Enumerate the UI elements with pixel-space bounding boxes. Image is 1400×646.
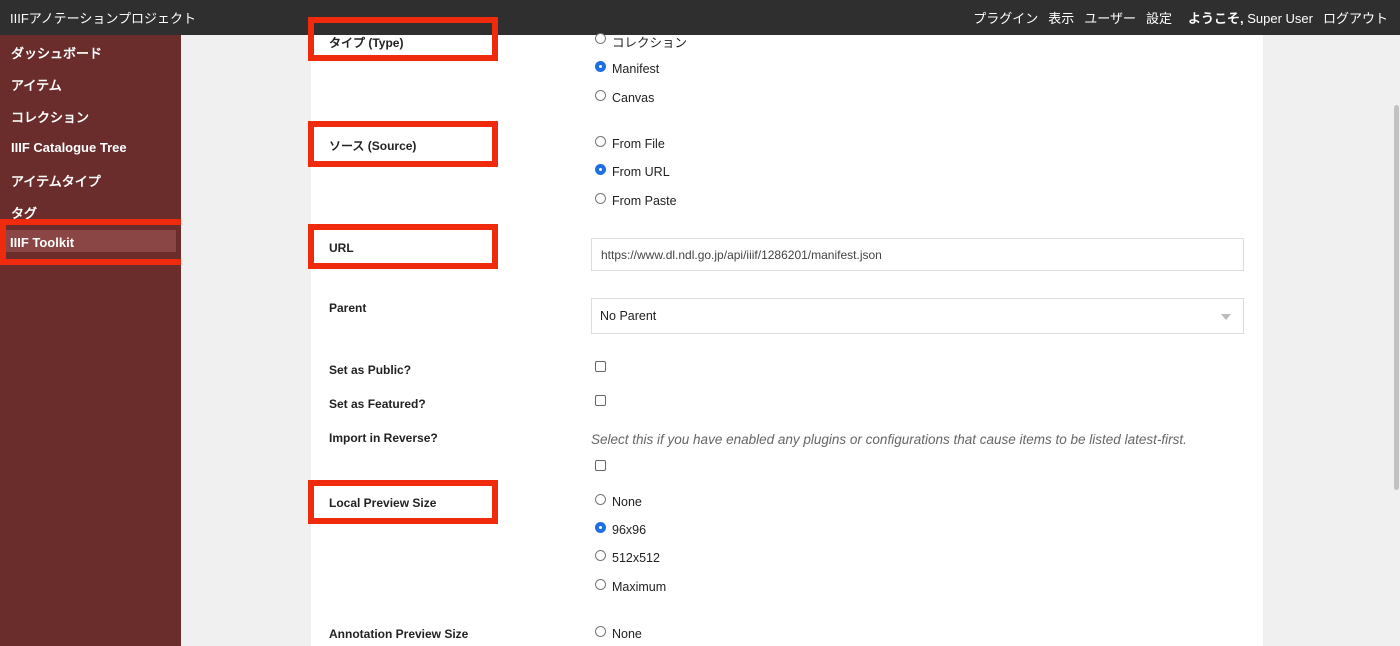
- local-preview-option-label: Maximum: [612, 580, 667, 594]
- sidebar-highlight-box: [0, 219, 188, 265]
- featured-checkbox[interactable]: [595, 395, 606, 406]
- sidebar-item-collections[interactable]: コレクション: [11, 107, 89, 126]
- local-preview-option-none[interactable]: None: [595, 493, 642, 509]
- source-option-label: From URL: [612, 165, 670, 179]
- annotation-preview-option-label: None: [612, 627, 642, 641]
- nav-plugins[interactable]: プラグイン: [973, 8, 1038, 27]
- left-gutter: [181, 35, 311, 646]
- scrollbar[interactable]: [1394, 105, 1399, 490]
- source-option-from-url[interactable]: From URL: [595, 163, 670, 179]
- radio-icon: [595, 192, 606, 204]
- source-option-label: From File: [612, 137, 665, 151]
- nav-settings[interactable]: 設定: [1146, 8, 1172, 27]
- featured-label: Set as Featured?: [329, 397, 426, 411]
- url-input[interactable]: https://www.dl.ndl.go.jp/api/iiif/128620…: [591, 238, 1244, 271]
- radio-checked-icon: [595, 163, 606, 175]
- radio-icon: [595, 625, 606, 637]
- local-preview-option-label: 96x96: [612, 523, 647, 537]
- radio-icon: [595, 89, 606, 101]
- type-option-label: コレクション: [612, 36, 688, 50]
- type-option-label: Canvas: [612, 91, 655, 105]
- type-option-canvas[interactable]: Canvas: [595, 89, 655, 105]
- chevron-down-icon: [1221, 314, 1231, 320]
- site-title[interactable]: IIIFアノテーションプロジェクト: [10, 8, 196, 27]
- local-preview-option-512x512[interactable]: 512x512: [595, 549, 660, 565]
- public-checkbox[interactable]: [595, 361, 606, 372]
- radio-icon: [595, 33, 606, 44]
- reverse-hint: Select this if you have enabled any plug…: [591, 432, 1187, 447]
- source-option-label: From Paste: [612, 194, 677, 208]
- user-name-link[interactable]: Super User: [1247, 11, 1313, 26]
- public-label: Set as Public?: [329, 363, 412, 377]
- sidebar-item-iiif-catalogue-tree[interactable]: IIIF Catalogue Tree: [11, 140, 127, 155]
- source-highlight-box: [308, 121, 498, 167]
- parent-select[interactable]: No Parent: [591, 298, 1244, 334]
- welcome-label: ようこそ,: [1187, 11, 1244, 26]
- logout-link[interactable]: ログアウト: [1323, 8, 1388, 27]
- nav-users[interactable]: ユーザー: [1084, 8, 1136, 27]
- local-preview-option-label: None: [612, 495, 642, 509]
- type-option-label: Manifest: [612, 62, 660, 76]
- radio-icon: [595, 135, 606, 147]
- sidebar-item-items[interactable]: アイテム: [11, 75, 62, 94]
- welcome-text: ようこそ, Super User: [1188, 8, 1313, 27]
- radio-icon: [595, 578, 606, 590]
- radio-checked-icon: [595, 521, 606, 533]
- sidebar-item-item-types[interactable]: アイテムタイプ: [11, 171, 101, 190]
- radio-checked-icon: [595, 60, 606, 72]
- reverse-label: Import in Reverse?: [329, 431, 438, 445]
- source-option-from-file[interactable]: From File: [595, 135, 665, 151]
- local-preview-highlight-box: [308, 480, 498, 524]
- nav-appearance[interactable]: 表示: [1048, 8, 1074, 27]
- local-preview-option-96x96[interactable]: 96x96: [595, 521, 647, 537]
- right-gutter: [1263, 35, 1400, 646]
- sidebar: ダッシュボード アイテム コレクション IIIF Catalogue Tree …: [0, 35, 181, 646]
- sidebar-item-dashboard[interactable]: ダッシュボード: [11, 43, 102, 62]
- radio-icon: [595, 549, 606, 561]
- local-preview-option-label: 512x512: [612, 551, 660, 565]
- top-nav: プラグイン 表示 ユーザー 設定 ようこそ, Super User ログアウト: [973, 8, 1388, 27]
- annotation-preview-option-none[interactable]: None: [595, 625, 642, 641]
- url-highlight-box: [308, 224, 498, 269]
- reverse-checkbox[interactable]: [595, 460, 606, 471]
- parent-label: Parent: [329, 301, 367, 315]
- source-option-from-paste[interactable]: From Paste: [595, 192, 677, 208]
- type-highlight-box: [308, 17, 498, 61]
- type-option-manifest[interactable]: Manifest: [595, 60, 660, 76]
- top-bar: IIIFアノテーションプロジェクト プラグイン 表示 ユーザー 設定 ようこそ,…: [0, 0, 1400, 35]
- local-preview-option-maximum[interactable]: Maximum: [595, 578, 667, 594]
- annotation-preview-label: Annotation Preview Size: [329, 627, 469, 641]
- radio-icon: [595, 493, 606, 505]
- type-option-collection[interactable]: コレクション: [595, 32, 687, 51]
- parent-select-value: No Parent: [600, 309, 657, 323]
